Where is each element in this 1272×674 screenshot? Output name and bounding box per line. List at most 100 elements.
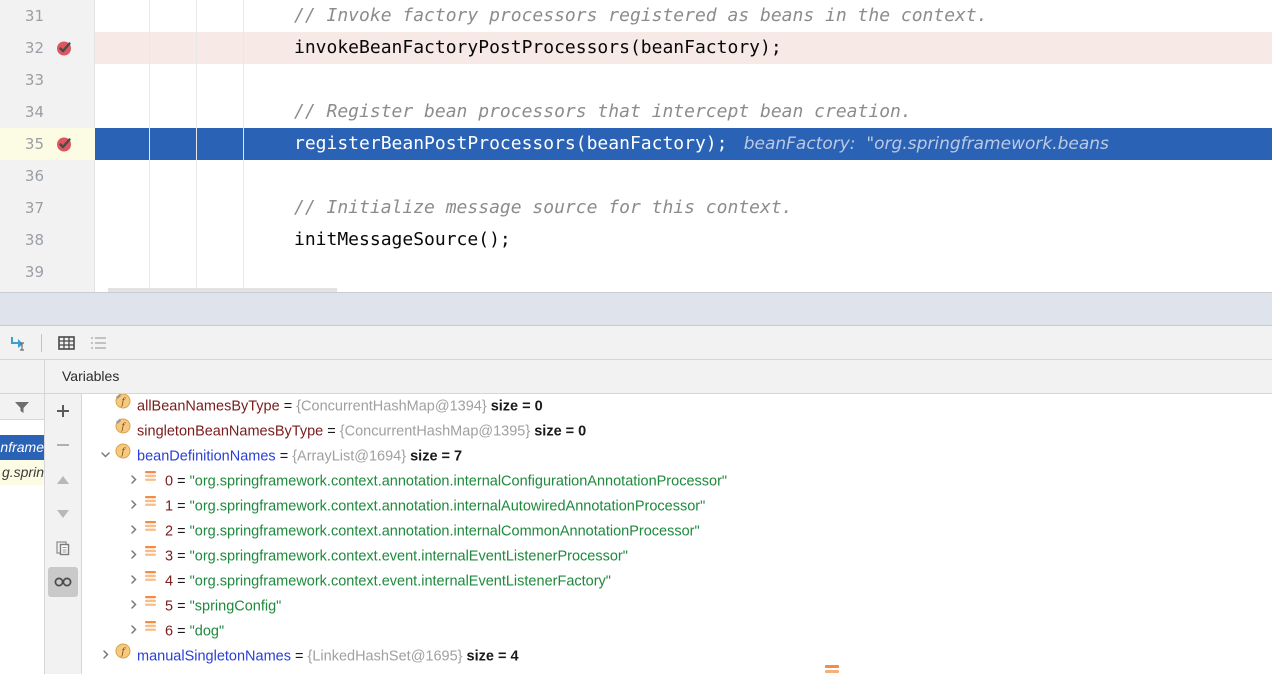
frames-panel[interactable]: nframe g.sprin — [0, 394, 44, 674]
variable-value: "org.springframework.context.annotation.… — [189, 523, 700, 540]
line-number: 36 — [24, 167, 44, 185]
variable-name: allBeanNamesByType — [133, 398, 280, 415]
debug-variables-toolbar[interactable] — [0, 326, 1272, 360]
remove-watch-button[interactable] — [48, 430, 78, 460]
list-element-icon — [141, 493, 161, 518]
variable-equals: = — [173, 473, 190, 490]
code-line[interactable]: 34 // Register bean processors that inter… — [0, 96, 1272, 128]
field-private-icon: f — [113, 418, 133, 443]
frame-row-selected[interactable]: nframe — [0, 435, 44, 460]
variables-tree[interactable]: f allBeanNamesByType = {ConcurrentHashMa… — [83, 394, 1272, 674]
code-line[interactable]: 36 — [0, 160, 1272, 192]
line-number: 34 — [24, 103, 44, 121]
list-element-icon — [141, 568, 161, 593]
variable-row[interactable]: f manualSingletonNames = {LinkedHashSet@… — [83, 643, 1272, 669]
variable-row[interactable]: 2 = "org.springframework.context.annotat… — [83, 519, 1272, 544]
variable-equals: = — [279, 398, 297, 415]
breakpoint-icon[interactable] — [56, 135, 74, 153]
line-number: 38 — [24, 231, 44, 249]
variable-equals: = — [323, 423, 340, 440]
variable-reference: {ConcurrentHashMap@1395} — [339, 423, 531, 440]
variable-row[interactable]: 5 = "springConfig" — [83, 594, 1272, 619]
variable-size: size = 4 — [462, 648, 519, 665]
variable-reference: {ArrayList@1694} — [292, 448, 407, 465]
code-comment: // Initialize message source for this co… — [294, 197, 793, 218]
move-watch-down-button[interactable] — [48, 499, 78, 529]
code-line[interactable]: 33 — [0, 64, 1272, 96]
variable-row[interactable]: 1 = "org.springframework.context.annotat… — [83, 494, 1272, 519]
field-icon: f — [113, 443, 133, 468]
variable-name: 5 — [161, 598, 174, 615]
variable-row[interactable]: 6 = "dog" — [83, 619, 1272, 644]
variable-equals: = — [275, 448, 293, 465]
breakpoint-icon[interactable] — [56, 39, 74, 57]
variable-equals: = — [173, 523, 190, 540]
sort-icon — [91, 336, 106, 349]
frames-filter-header[interactable] — [0, 394, 44, 420]
list-element-icon — [141, 518, 161, 543]
code-line[interactable]: 35 registerBeanPostProcessors(beanFactory… — [0, 128, 1272, 160]
code-line[interactable]: 38 initMessageSource(); — [0, 224, 1272, 256]
frame-label: g.sprin — [1, 464, 44, 480]
move-watch-up-button[interactable] — [48, 465, 78, 495]
variable-row[interactable]: f beanDefinitionNames = {ArrayList@1694}… — [83, 443, 1272, 469]
list-element-icon — [141, 543, 161, 568]
list-element-icon — [141, 468, 161, 493]
tabstrip-divider — [44, 360, 45, 393]
list-element-icon — [141, 593, 161, 618]
variable-value: "org.springframework.context.annotation.… — [189, 498, 706, 515]
frame-row[interactable]: g.sprin — [0, 460, 44, 485]
code-line[interactable]: 32 invokeBeanFactoryPostProcessors(beanFa… — [0, 32, 1272, 64]
code-comment: // Register bean processors that interce… — [294, 101, 912, 122]
glasses-icon — [54, 577, 72, 587]
code-line[interactable]: 37 // Initialize message source for this … — [0, 192, 1272, 224]
editor-debug-splitter[interactable] — [0, 292, 1272, 326]
indent-guides — [0, 160, 1272, 192]
code-line[interactable]: 39 — [0, 256, 1272, 288]
chevron-right-icon[interactable] — [125, 494, 141, 519]
variable-row[interactable]: f allBeanNamesByType = {ConcurrentHashMa… — [83, 394, 1272, 419]
variable-row[interactable]: f singletonBeanNamesByType = {Concurrent… — [83, 418, 1272, 444]
code-lines[interactable]: 31 // Invoke factory processors registere… — [0, 0, 1272, 288]
variable-equals: = — [173, 498, 190, 515]
code-statement: initMessageSource(); — [294, 229, 511, 250]
chevron-right-icon[interactable] — [125, 569, 141, 594]
list-element-icon — [823, 665, 845, 674]
code-line[interactable]: 31 // Invoke factory processors registere… — [0, 0, 1272, 32]
show-watches-button[interactable] — [48, 567, 78, 597]
variable-name: beanDefinitionNames — [133, 448, 276, 465]
variable-size: size = 0 — [530, 423, 587, 440]
view-as-table-button[interactable] — [51, 330, 81, 356]
sort-values-button[interactable] — [84, 330, 114, 356]
inline-parameter-hint: beanFactory: "org.springframework.beans — [727, 134, 1109, 154]
debug-tabstrip[interactable]: Variables — [0, 360, 1272, 394]
variable-row[interactable]: 4 = "org.springframework.context.event.i… — [83, 569, 1272, 594]
variable-value: "springConfig" — [189, 598, 282, 615]
toolbar-separator — [41, 333, 42, 352]
variable-reference: {ConcurrentHashMap@1394} — [296, 398, 487, 415]
field-private-icon: f — [113, 394, 133, 418]
chevron-right-icon[interactable] — [125, 619, 141, 644]
code-editor[interactable]: 31 // Invoke factory processors registere… — [0, 0, 1272, 292]
variable-row[interactable]: 3 = "org.springframework.context.event.i… — [83, 544, 1272, 569]
indent-guides — [0, 256, 1272, 288]
code-text: // Invoke factory processors registered … — [294, 0, 988, 32]
variable-name: 4 — [161, 573, 174, 590]
variable-value: "dog" — [189, 623, 225, 640]
variable-row[interactable]: 0 = "org.springframework.context.annotat… — [83, 469, 1272, 494]
chevron-right-icon[interactable] — [97, 644, 113, 669]
variable-value: "org.springframework.context.event.inter… — [189, 548, 628, 565]
duplicate-watch-button[interactable] — [48, 533, 78, 563]
code-comment: // Invoke factory processors registered … — [294, 5, 988, 26]
chevron-down-icon[interactable] — [97, 444, 113, 469]
indent-guides — [0, 64, 1272, 96]
watch-toolbar[interactable] — [44, 394, 82, 674]
chevron-right-icon[interactable] — [125, 469, 141, 494]
chevron-right-icon[interactable] — [125, 594, 141, 619]
tab-variables[interactable]: Variables — [46, 360, 135, 393]
chevron-right-icon[interactable] — [125, 519, 141, 544]
evaluate-expression-button[interactable] — [3, 330, 33, 356]
variable-size: size = 0 — [486, 398, 543, 415]
chevron-right-icon[interactable] — [125, 544, 141, 569]
add-watch-button[interactable] — [48, 396, 78, 426]
